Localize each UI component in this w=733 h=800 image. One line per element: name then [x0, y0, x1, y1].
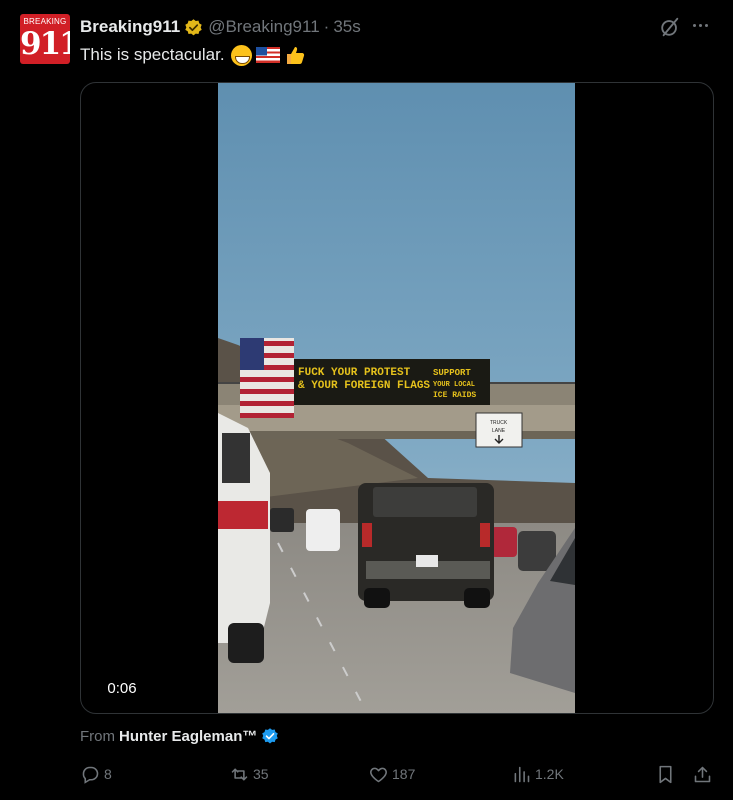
bookmark-button[interactable] [655, 760, 679, 788]
reply-icon [82, 766, 99, 784]
avatar-number-text: 911 [20, 26, 70, 62]
us-flag-icon [255, 47, 280, 63]
source-name[interactable]: Hunter Eagleman™ [119, 728, 257, 745]
repost-count: 35 [253, 766, 269, 782]
like-count: 187 [392, 766, 416, 782]
protest-sign-line2: & YOUR FOREIGN FLAGS [298, 380, 430, 392]
video-player[interactable]: FUCK YOUR PROTEST & YOUR FOREIGN FLAGS S… [218, 83, 575, 714]
author-handle[interactable]: @Breaking911 [208, 17, 319, 37]
action-bar: 8 35 187 1.2K [0, 760, 733, 788]
truck-sign-line2: LANE [492, 428, 506, 434]
views-button[interactable]: 1.2K [511, 760, 564, 788]
verified-blue-icon [262, 728, 279, 744]
tweet-text-line: This is spectacular. [80, 43, 306, 67]
protest-sign-line1: FUCK YOUR PROTEST [298, 367, 411, 379]
us-flag-banner [240, 338, 294, 418]
share-icon [694, 766, 711, 782]
avatar-top-text: BREAKING [23, 17, 67, 26]
protest-sign-line4: YOUR LOCAL [433, 381, 475, 389]
post-time[interactable]: 35s [333, 17, 360, 37]
from-label: From [80, 727, 115, 745]
tweet-text: This is spectacular. [80, 45, 225, 64]
verified-gold-icon [185, 18, 202, 35]
bookmark-icon [659, 765, 672, 783]
post-header: Breaking911 @Breaking911 · 35s [80, 16, 361, 38]
views-count: 1.2K [535, 766, 564, 782]
truck-sign-line1: TRUCK [490, 420, 508, 426]
reply-count: 8 [104, 766, 112, 782]
grok-icon[interactable] [659, 16, 681, 38]
repost-button[interactable]: 35 [229, 760, 269, 788]
views-chart-icon [514, 766, 530, 782]
heart-icon [370, 767, 387, 782]
author-name[interactable]: Breaking911 [80, 17, 180, 37]
separator-dot: · [323, 17, 330, 36]
avatar[interactable]: BREAKING 911 [20, 14, 70, 64]
reply-button[interactable]: 8 [80, 760, 112, 788]
thumbs-up-icon [286, 47, 304, 64]
media-container[interactable]: FUCK YOUR PROTEST & YOUR FOREIGN FLAGS S… [80, 82, 714, 714]
like-button[interactable]: 187 [368, 760, 415, 788]
protest-sign-line3: SUPPORT [433, 368, 471, 378]
repost-icon [231, 767, 248, 781]
video-timestamp: 0:06 [97, 676, 147, 700]
more-options-icon[interactable] [693, 24, 708, 27]
share-button[interactable] [692, 760, 716, 788]
video-source: From Hunter Eagleman™ [80, 726, 279, 746]
grinning-face-icon [230, 44, 252, 66]
protest-sign-line5: ICE RAIDS [433, 391, 476, 400]
